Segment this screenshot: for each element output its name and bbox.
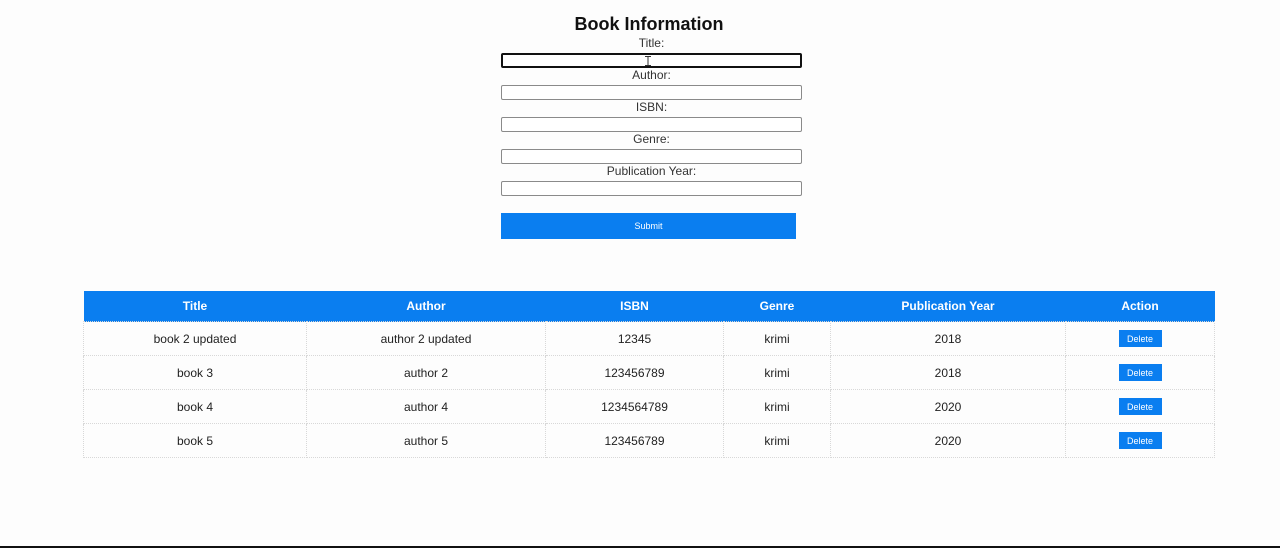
cell-isbn: 12345 <box>545 321 724 356</box>
cell-action: Delete <box>1065 355 1215 390</box>
publication-year-field-group: Publication Year: <box>501 164 802 196</box>
delete-button[interactable]: Delete <box>1118 398 1162 415</box>
title-field-group: Title: <box>501 36 802 68</box>
column-header-title: Title <box>83 291 307 322</box>
genre-label: Genre: <box>633 132 670 146</box>
column-header-publication-year: Publication Year <box>830 291 1066 322</box>
publication-year-label: Publication Year: <box>606 164 697 178</box>
cell-isbn: 1234564789 <box>545 389 724 424</box>
delete-button[interactable]: Delete <box>1118 432 1162 449</box>
column-header-author: Author <box>306 291 546 322</box>
title-input[interactable] <box>501 53 802 68</box>
cell-genre: krimi <box>723 321 831 356</box>
delete-button[interactable]: Delete <box>1118 364 1162 381</box>
author-field-group: Author: <box>501 68 802 100</box>
cell-author: author 2 updated <box>306 321 546 356</box>
cell-action: Delete <box>1065 389 1215 424</box>
author-label: Author: <box>632 68 671 82</box>
cell-title: book 5 <box>83 423 307 458</box>
cell-author: author 5 <box>306 423 546 458</box>
cell-action: Delete <box>1065 321 1215 356</box>
isbn-field-group: ISBN: <box>501 100 802 132</box>
table-row: book 3 author 2 123456789 krimi 2018 Del… <box>83 355 1215 390</box>
table-row: book 5 author 5 123456789 krimi 2020 Del… <box>83 423 1215 458</box>
cell-title: book 3 <box>83 355 307 390</box>
author-input[interactable] <box>501 85 802 100</box>
cell-publication-year: 2018 <box>830 355 1066 390</box>
cell-title: book 2 updated <box>83 321 307 356</box>
cell-author: author 4 <box>306 389 546 424</box>
books-table: Title Author ISBN Genre Publication Year… <box>83 291 1215 458</box>
page-title: Book Information <box>574 14 724 35</box>
cell-title: book 4 <box>83 389 307 424</box>
cell-isbn: 123456789 <box>545 355 724 390</box>
isbn-input[interactable] <box>501 117 802 132</box>
publication-year-input[interactable] <box>501 181 802 196</box>
cell-publication-year: 2018 <box>830 321 1066 356</box>
cell-genre: krimi <box>723 355 831 390</box>
table-header-row: Title Author ISBN Genre Publication Year… <box>83 291 1215 322</box>
title-label: Title: <box>638 36 665 50</box>
column-header-genre: Genre <box>723 291 831 322</box>
genre-field-group: Genre: <box>501 132 802 164</box>
genre-input[interactable] <box>501 149 802 164</box>
table-row: book 4 author 4 1234564789 krimi 2020 De… <box>83 389 1215 424</box>
cell-publication-year: 2020 <box>830 423 1066 458</box>
text-cursor-icon <box>645 56 651 66</box>
cell-genre: krimi <box>723 423 831 458</box>
delete-button[interactable]: Delete <box>1118 330 1162 347</box>
cell-author: author 2 <box>306 355 546 390</box>
cell-genre: krimi <box>723 389 831 424</box>
isbn-label: ISBN: <box>635 100 668 114</box>
column-header-isbn: ISBN <box>545 291 724 322</box>
cell-publication-year: 2020 <box>830 389 1066 424</box>
cell-isbn: 123456789 <box>545 423 724 458</box>
cell-action: Delete <box>1065 423 1215 458</box>
column-header-action: Action <box>1065 291 1215 322</box>
book-form: Title: Author: ISBN: Genre: Publication … <box>501 36 802 239</box>
submit-button[interactable]: Submit <box>501 213 796 239</box>
table-row: book 2 updated author 2 updated 12345 kr… <box>83 321 1215 356</box>
